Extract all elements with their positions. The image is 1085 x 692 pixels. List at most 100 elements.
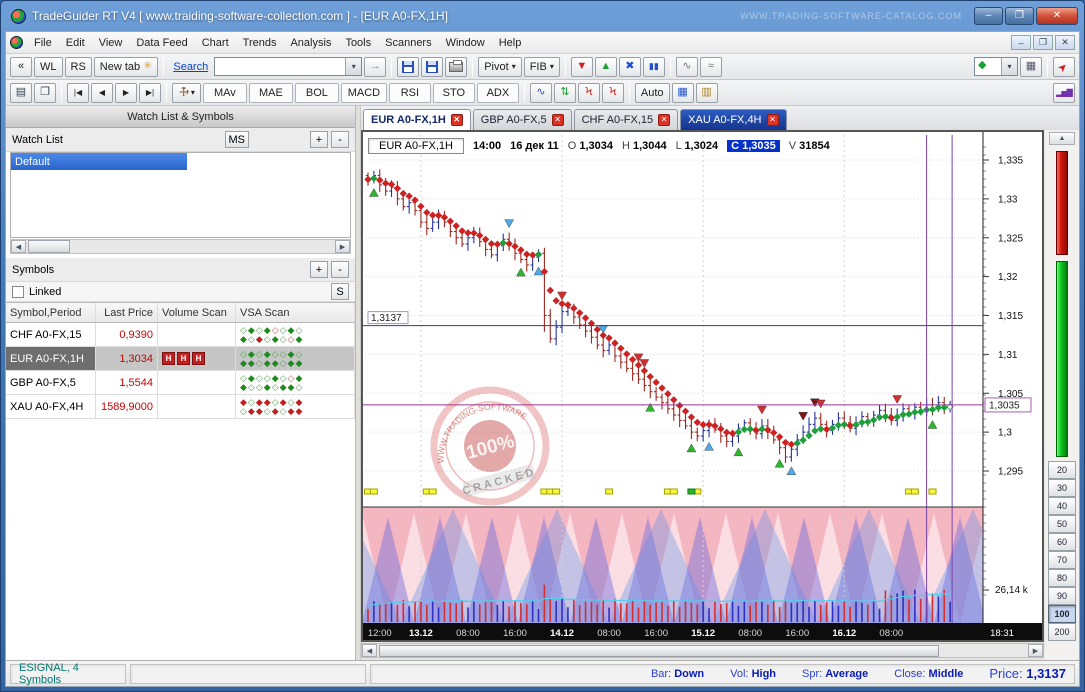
minimize-button[interactable]: –: [974, 7, 1003, 25]
trend-tool-button[interactable]: ∿: [676, 57, 698, 77]
add-watchlist-button[interactable]: +: [310, 131, 328, 148]
tab-close-icon[interactable]: ✕: [658, 114, 670, 126]
buy-marker-button[interactable]: ▲: [595, 57, 617, 77]
ms-button[interactable]: MS: [225, 131, 250, 148]
last-bar-button[interactable]: ▶|: [139, 83, 161, 103]
tab-chf[interactable]: CHF A0-FX,15✕: [574, 109, 679, 130]
menu-analysis[interactable]: Analysis: [283, 35, 338, 51]
delete-marker-button[interactable]: ✖: [619, 57, 641, 77]
menu-edit[interactable]: Edit: [59, 35, 92, 51]
chart-svg[interactable]: 1,3351,331,3251,321,3151,311,3051,31,295…: [362, 131, 1043, 641]
maximize-button[interactable]: ❐: [1005, 7, 1034, 25]
remove-watchlist-button[interactable]: -: [331, 131, 349, 148]
tools-dropdown-button[interactable]: ⚒▾: [172, 83, 201, 103]
menu-window[interactable]: Window: [439, 35, 492, 51]
save-button[interactable]: [397, 57, 419, 77]
copy-chart-button[interactable]: ❐: [34, 83, 56, 103]
menu-scanners[interactable]: Scanners: [378, 35, 438, 51]
zoom-80-button[interactable]: 80: [1048, 569, 1076, 587]
zoom-200-button[interactable]: 200: [1048, 623, 1076, 641]
bol-button[interactable]: BOL: [295, 83, 339, 103]
wl-button[interactable]: WL: [34, 57, 63, 77]
marker-style-combobox[interactable]: ◆▾: [974, 57, 1018, 76]
rs-button[interactable]: RS: [65, 57, 92, 77]
col-volume-scan[interactable]: Volume Scan: [158, 303, 236, 322]
title-bar[interactable]: TradeGuider RT V4 [ www.traiding-softwar…: [1, 1, 1084, 31]
tab-close-icon[interactable]: ✕: [767, 114, 779, 126]
histogram-tool-button[interactable]: ▮▮: [643, 57, 665, 77]
zoom-60-button[interactable]: 60: [1048, 533, 1076, 551]
table-row-chf[interactable]: CHF A0-FX,15 0,9390 ◇◆◇◆◇◇◆◇◆◇◆◇◆◇◇◆: [6, 323, 355, 347]
linked-checkbox[interactable]: [12, 286, 24, 298]
sell-marker-button[interactable]: ▼: [571, 57, 593, 77]
watchlist-item-default[interactable]: Default: [11, 153, 187, 170]
prev-bar-button[interactable]: ◀: [91, 83, 113, 103]
zoom-90-button[interactable]: 90: [1048, 587, 1076, 605]
combobox-dropdown-icon[interactable]: ▾: [345, 58, 361, 75]
sto-button[interactable]: STO: [433, 83, 475, 103]
menu-file[interactable]: File: [27, 35, 59, 51]
adx-button[interactable]: ADX: [477, 83, 519, 103]
save-all-button[interactable]: [421, 57, 443, 77]
zigzag-button[interactable]: Ϟ: [578, 83, 600, 103]
zigzag2-button[interactable]: Ϟ: [602, 83, 624, 103]
scroll-thumb[interactable]: [379, 645, 939, 657]
symbol-search-combobox[interactable]: ▾: [214, 57, 362, 76]
table-row-gbp[interactable]: GBP A0-FX,5 1,5544 ◇◆◇◇◆◇◇◆◆◇◇◆◇◆◆◇: [6, 371, 355, 395]
add-symbol-button[interactable]: +: [310, 261, 328, 278]
mav-button[interactable]: MAv: [203, 83, 247, 103]
tab-gbp[interactable]: GBP A0-FX,5✕: [473, 109, 572, 130]
col-vsa-scan[interactable]: VSA Scan: [236, 303, 355, 322]
menu-trends[interactable]: Trends: [236, 35, 284, 51]
scroll-right-button[interactable]: ▶: [1028, 644, 1043, 657]
vsa-histogram-button[interactable]: ▂▅▇: [1053, 83, 1075, 103]
channel-tool-button[interactable]: ≈: [700, 57, 722, 77]
zoom-40-button[interactable]: 40: [1048, 497, 1076, 515]
tab-xau[interactable]: XAU A0-FX,4H✕: [680, 109, 786, 130]
wave-indicator-button[interactable]: ∿: [530, 83, 552, 103]
zoom-20-button[interactable]: 20: [1048, 461, 1076, 479]
updown-indicator-button[interactable]: ⇅: [554, 83, 576, 103]
scroll-left-button[interactable]: ◀: [11, 240, 26, 253]
menu-data-feed[interactable]: Data Feed: [129, 35, 194, 51]
watchlist-scrollbar[interactable]: ◀ ▶: [10, 239, 351, 254]
tab-eur[interactable]: EUR A0-FX,1H✕: [363, 109, 471, 130]
macd-button[interactable]: MACD: [341, 83, 387, 103]
zoom-100-button[interactable]: 100: [1048, 605, 1076, 623]
pin-button[interactable]: [1053, 57, 1075, 77]
table-view2-button[interactable]: ▥: [696, 83, 718, 103]
collapse-panel-button[interactable]: «: [10, 57, 32, 77]
tab-close-icon[interactable]: ✕: [451, 114, 463, 126]
mdi-restore-button[interactable]: ❐: [1033, 35, 1053, 50]
col-last-price[interactable]: Last Price: [96, 303, 158, 322]
rsi-button[interactable]: RSI: [389, 83, 431, 103]
price-chart[interactable]: 1,3351,331,3251,321,3151,311,3051,31,295…: [361, 130, 1044, 642]
zoom-50-button[interactable]: 50: [1048, 515, 1076, 533]
menu-help[interactable]: Help: [492, 35, 529, 51]
search-link[interactable]: Search: [173, 61, 208, 73]
close-button[interactable]: ✕: [1036, 7, 1078, 25]
chart-h-scrollbar[interactable]: ◀ ▶: [361, 643, 1044, 658]
first-bar-button[interactable]: |◀: [67, 83, 89, 103]
new-tab-button[interactable]: New tab✳: [94, 57, 159, 77]
scroll-thumb[interactable]: [28, 240, 70, 253]
table-view-button[interactable]: ▦: [672, 83, 694, 103]
remove-symbol-button[interactable]: -: [331, 261, 349, 278]
fib-dropdown-button[interactable]: FIB▾: [524, 57, 560, 77]
mae-button[interactable]: MAE: [249, 83, 293, 103]
zoom-30-button[interactable]: 30: [1048, 479, 1076, 497]
menu-chart[interactable]: Chart: [195, 35, 236, 51]
scroll-up-button[interactable]: ▲: [1049, 132, 1075, 145]
menu-view[interactable]: View: [92, 35, 130, 51]
next-bar-button[interactable]: ▶: [115, 83, 137, 103]
table-row-eur[interactable]: EUR A0-FX,1H 1,3034 HHH ◇◆◇◆◇◇◆◇◆◆◇◆◆◇◆◆: [6, 347, 355, 371]
layout-grid-button[interactable]: ▦: [1020, 57, 1042, 77]
go-button[interactable]: →: [364, 57, 386, 77]
col-symbol-period[interactable]: Symbol,Period: [6, 303, 96, 322]
chart-page-button[interactable]: ▤: [10, 83, 32, 103]
s-button[interactable]: S: [331, 283, 349, 300]
table-row-xau[interactable]: XAU A0-FX,4H 1589,9000 ◆◇◆◆◇◆◇◆◇◆◆◇◆◇◆◆: [6, 395, 355, 419]
scroll-right-button[interactable]: ▶: [335, 240, 350, 253]
scroll-left-button[interactable]: ◀: [362, 644, 377, 657]
tab-close-icon[interactable]: ✕: [552, 114, 564, 126]
